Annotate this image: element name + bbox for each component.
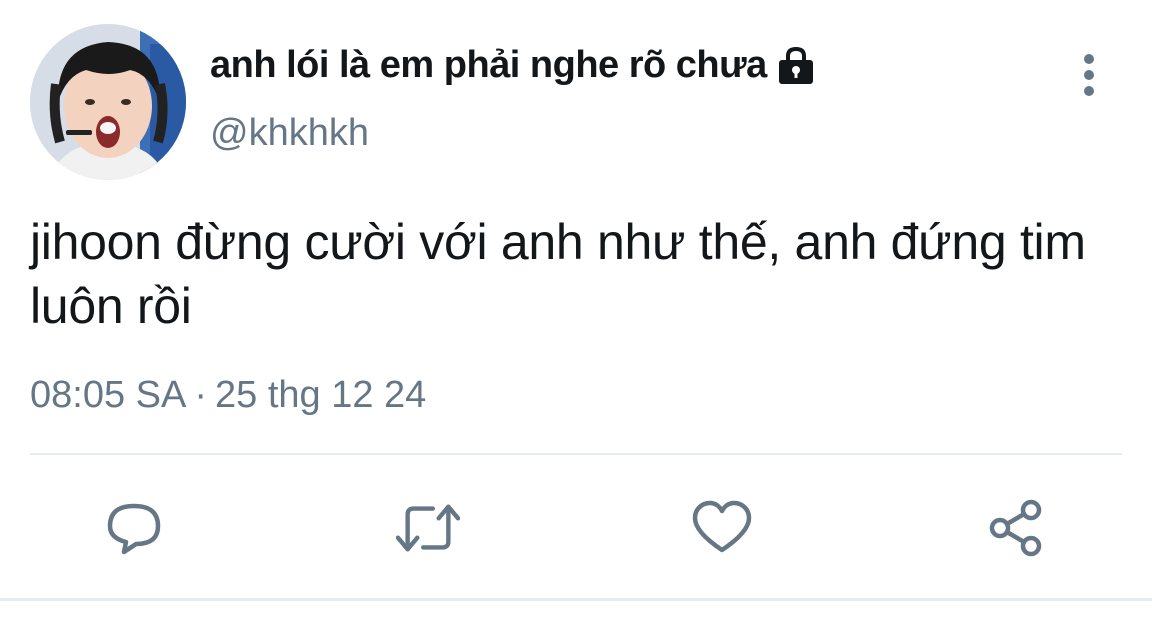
divider — [30, 453, 1122, 455]
tweet-card: anh lói là em phải nghe rõ chưa @khkhkh … — [0, 0, 1152, 618]
user-handle[interactable]: @khkhkh — [210, 112, 369, 155]
avatar-image — [30, 24, 186, 180]
like-button[interactable] — [690, 496, 754, 560]
divider-bottom — [0, 598, 1152, 601]
share-icon — [989, 499, 1042, 557]
more-options-button[interactable] — [1066, 52, 1112, 98]
retweet-icon — [396, 504, 460, 552]
tweet-date: 25 thg 12 24 — [215, 374, 427, 416]
share-button[interactable] — [984, 496, 1048, 560]
comment-icon — [107, 503, 161, 555]
display-name[interactable]: anh lói là em phải nghe rõ chưa — [210, 44, 817, 87]
meta-separator: · — [194, 374, 207, 416]
reply-button[interactable] — [102, 496, 166, 560]
tweet-text: jihoon đừng cười với anh như thế, anh đứ… — [30, 214, 1086, 334]
tweet-time: 08:05 SA — [30, 374, 187, 416]
lock-icon — [775, 46, 817, 86]
retweet-button[interactable] — [396, 496, 460, 560]
tweet-metadata: 08:05 SA · 25 thg 12 24 — [30, 374, 426, 417]
more-vertical-icon — [1084, 54, 1094, 96]
avatar[interactable] — [30, 24, 186, 180]
display-name-text: anh lói là em phải nghe rõ chưa — [210, 44, 767, 86]
heart-icon — [692, 500, 752, 553]
